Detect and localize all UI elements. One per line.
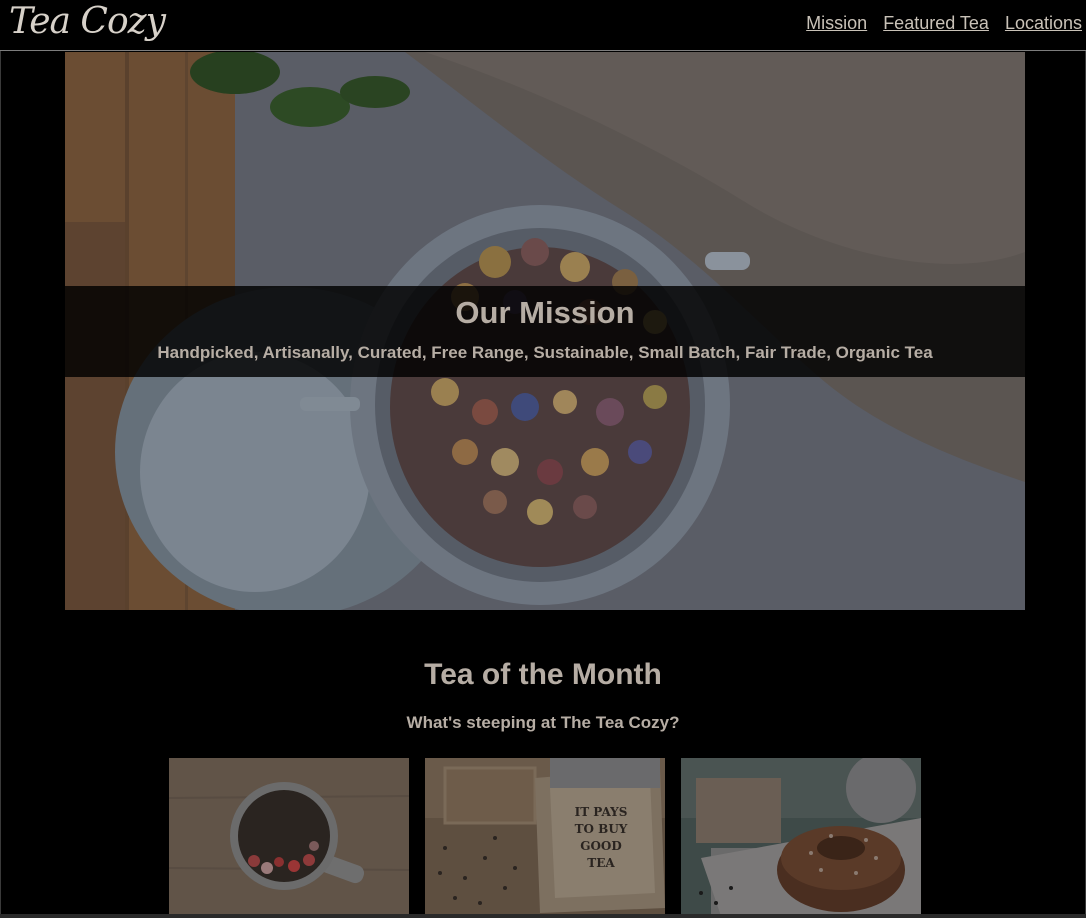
nav-link-featured-tea[interactable]: Featured Tea (883, 13, 989, 34)
main-nav: Mission Featured Tea Locations (806, 13, 1082, 34)
box-text-line-3: GOOD (580, 839, 622, 853)
frame-left-border (0, 51, 1, 918)
thumbnail-donut[interactable] (681, 758, 921, 916)
tea-of-month-title: Tea of the Month (424, 658, 662, 691)
logo[interactable]: Tea Cozy (9, 1, 166, 42)
tea-of-month-subtitle: What's steeping at The Tea Cozy? (406, 713, 680, 732)
tea-box-image: IT PAYS TO BUY GOOD TEA (425, 758, 665, 916)
page: Tea Cozy Mission Featured Tea Locations (0, 0, 1086, 918)
box-text-line-1: IT PAYS (575, 805, 628, 819)
tea-cup-image (169, 758, 409, 916)
box-text-line-2: TO BUY (575, 822, 628, 836)
nav-link-mission[interactable]: Mission (806, 13, 867, 34)
hero-subtitle: Handpicked, Artisanally, Curated, Free R… (157, 343, 933, 362)
donut-image (681, 758, 921, 916)
thumbnail-tea-cup[interactable] (169, 758, 409, 916)
box-text-line-4: TEA (587, 856, 615, 870)
nav-link-locations[interactable]: Locations (1005, 13, 1082, 34)
thumbnail-tea-box[interactable]: IT PAYS TO BUY GOOD TEA (425, 758, 665, 916)
bottom-edge (0, 914, 1086, 918)
hero-section: Our Mission Handpicked, Artisanally, Cur… (65, 52, 1025, 610)
site-header: Tea Cozy Mission Featured Tea Locations (0, 0, 1086, 51)
hero-caption-band: Our Mission Handpicked, Artisanally, Cur… (65, 286, 1025, 377)
hero-title: Our Mission (455, 295, 635, 330)
